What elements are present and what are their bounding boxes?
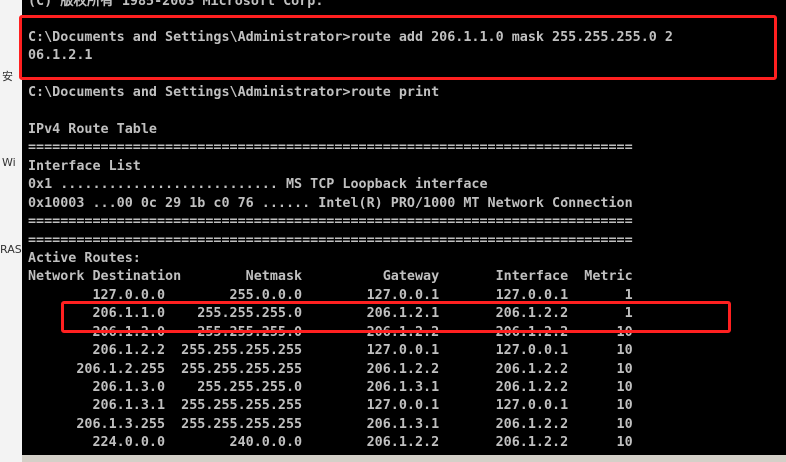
- console-line: 206.1.2.2 255.255.255.255 127.0.0.1 127.…: [28, 343, 633, 358]
- console-line: ========================================…: [28, 140, 633, 155]
- console-line: ========================================…: [28, 233, 633, 248]
- background-text-fragment: RAS: [0, 243, 22, 256]
- console-line: (C) 版权所有 1985-2003 Microsoft Corp.: [28, 0, 324, 9]
- route-highlight-box: [61, 301, 731, 333]
- console-line: Interface List: [28, 159, 141, 174]
- console-line: 0x1 ........................... MS TCP L…: [28, 177, 488, 192]
- console-line: C:\Documents and Settings\Administrator>…: [28, 85, 440, 100]
- console-line: 206.1.3.1 255.255.255.255 127.0.0.1 127.…: [28, 398, 633, 413]
- console-line: IPv4 Route Table: [28, 122, 157, 137]
- console-line: 206.1.2.255 255.255.255.255 206.1.2.2 20…: [28, 362, 633, 377]
- console-line: 0x10003 ...00 0c 29 1b c0 76 ...... Inte…: [28, 196, 633, 211]
- background-text-fragment: Wi: [2, 156, 16, 169]
- window-bottom-edge: [22, 455, 786, 462]
- console-line: ========================================…: [28, 214, 633, 229]
- console-line: Active Routes:: [28, 251, 141, 266]
- background-text-fragment: 安: [2, 70, 13, 83]
- console-line: Network Destination Netmask Gateway Inte…: [28, 269, 633, 284]
- console-line: 224.0.0.0 240.0.0.0 206.1.2.2 206.1.2.2 …: [28, 435, 633, 450]
- command-highlight-box: [19, 15, 777, 80]
- console-line: 206.1.3.0 255.255.255.0 206.1.3.1 206.1.…: [28, 380, 633, 395]
- console-line: 206.1.3.255 255.255.255.255 206.1.3.1 20…: [28, 417, 633, 432]
